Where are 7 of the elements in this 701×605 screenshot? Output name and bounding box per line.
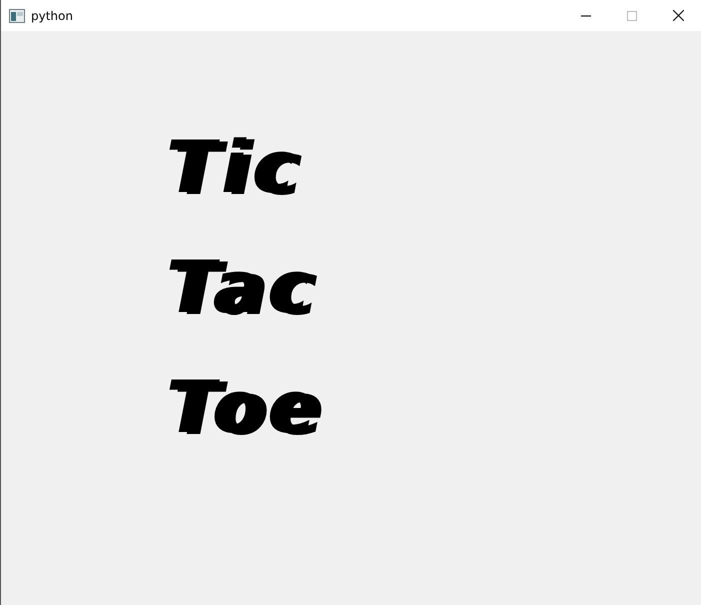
handwritten-word: Tac — [166, 244, 316, 331]
maximize-icon — [627, 10, 637, 20]
window-title: python — [31, 8, 73, 22]
close-icon — [672, 10, 684, 21]
handwritten-word: Tic — [166, 124, 300, 211]
app-icon — [9, 8, 25, 22]
handwritten-word: Toe — [166, 364, 322, 451]
